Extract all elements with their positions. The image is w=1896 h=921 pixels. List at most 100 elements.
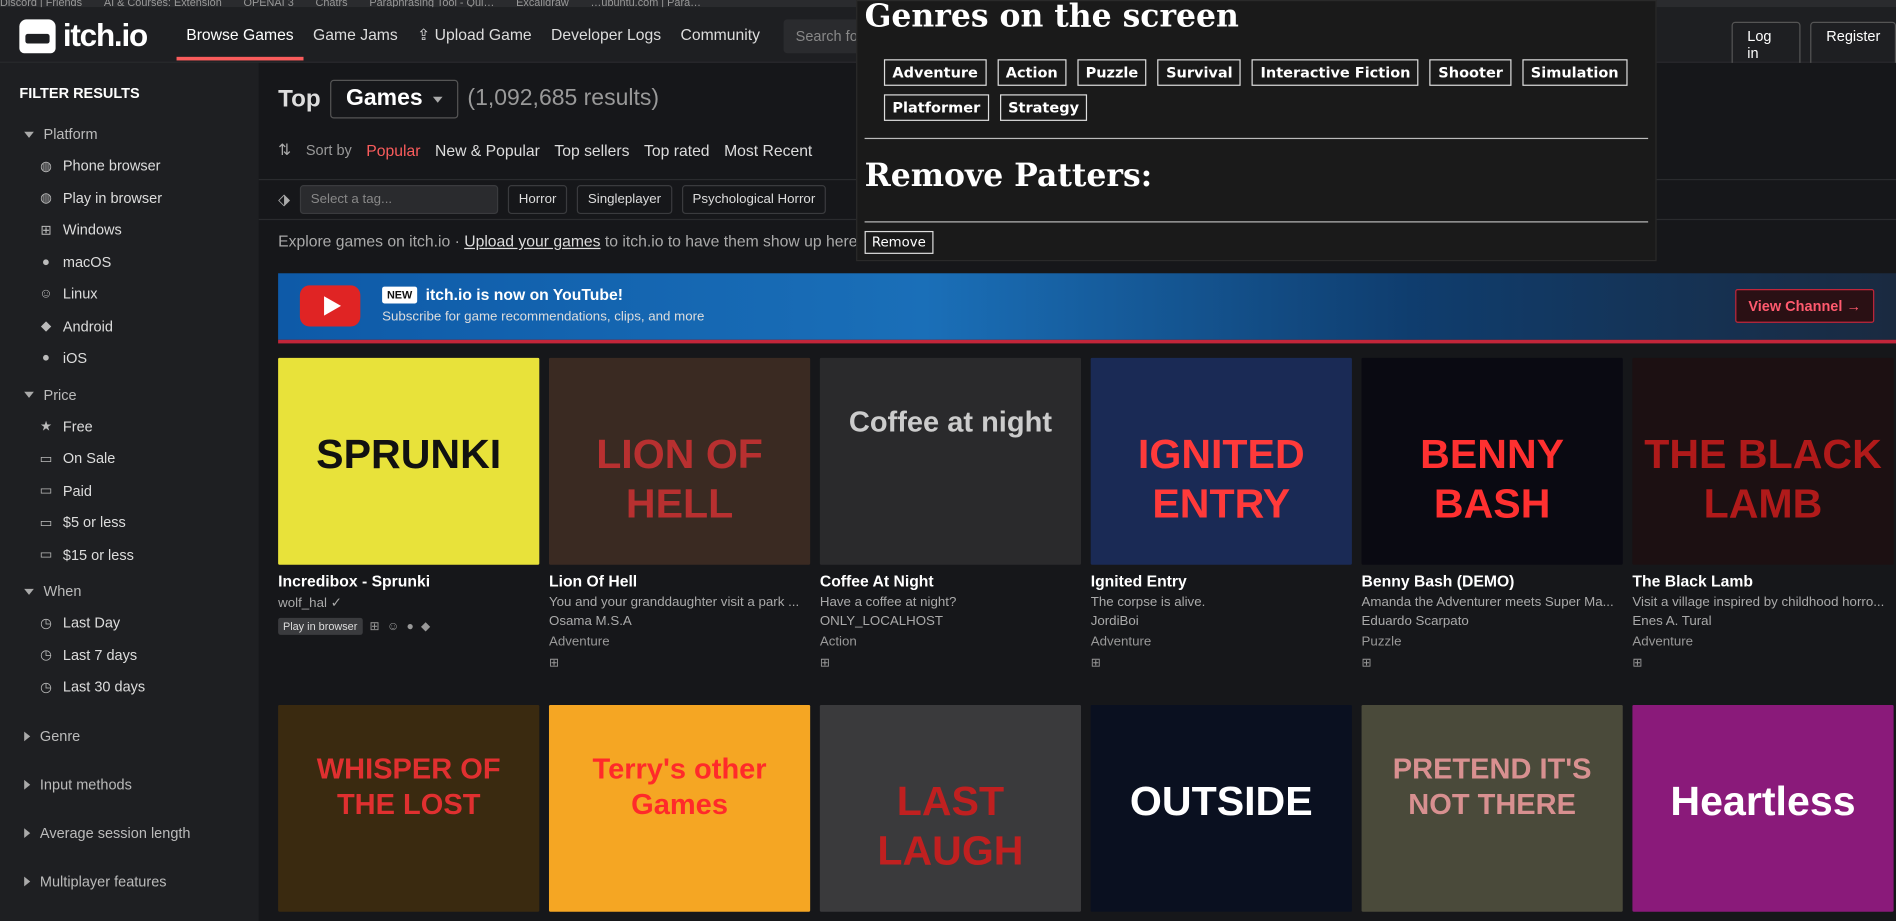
bookmark-item[interactable]: Excalidraw	[516, 0, 569, 7]
game-thumbnail[interactable]: IGNITED ENTRY	[1090, 357, 1352, 565]
sidebar-item-ios[interactable]: ● iOS	[0, 342, 259, 374]
sidebar-item-last-30-days[interactable]: ◷ Last 30 days	[0, 671, 259, 703]
games-type-select[interactable]: Games	[330, 79, 458, 119]
game-card[interactable]: LAST LAUGH	[819, 704, 1082, 912]
sidebar-section-price[interactable]: Price	[0, 379, 259, 410]
nav-game-jams[interactable]: Game Jams	[303, 7, 407, 63]
play-in-browser-badge: Play in browser	[278, 617, 363, 635]
sidebar-item-windows[interactable]: ⊞ Windows	[0, 214, 259, 246]
game-title[interactable]: Ignited Entry	[1091, 572, 1352, 590]
game-author[interactable]: Enes A. Tural	[1632, 614, 1893, 629]
bookmark-item[interactable]: AI & Courses: Extension	[104, 0, 222, 7]
game-thumbnail[interactable]: SPRUNKI	[278, 357, 540, 565]
tag-psychological-horror[interactable]: Psychological Horror	[681, 185, 827, 215]
game-card[interactable]: LION OF HELL Lion Of Hell You and your gra…	[548, 357, 811, 670]
game-card[interactable]: PRETEND IT'S NOT THERE	[1361, 704, 1623, 912]
game-thumbnail[interactable]: LION OF HELL	[548, 357, 811, 565]
sidebar-section-multiplayer-features[interactable]: Multiplayer features	[0, 865, 259, 896]
sidebar-section-genre[interactable]: Genre	[0, 720, 259, 751]
sort-most-recent[interactable]: Most Recent	[724, 141, 812, 159]
sidebar-item-linux[interactable]: ☺ Linux	[0, 278, 259, 310]
game-title[interactable]: Coffee At Night	[820, 572, 1081, 590]
sort-top-sellers[interactable]: Top sellers	[554, 141, 629, 159]
bookmark-item[interactable]: …ubuntu.com | Para…	[591, 0, 702, 7]
view-channel-button[interactable]: View Channel →	[1735, 288, 1875, 323]
sort-new-popular[interactable]: New & Popular	[435, 141, 540, 159]
game-card[interactable]: BENNY BASH Benny Bash (DEMO) Amanda the Ad…	[1361, 357, 1623, 670]
game-card[interactable]: Coffee at night Coffee At Night Have a cof…	[819, 357, 1082, 670]
game-thumbnail[interactable]: BENNY BASH	[1361, 357, 1623, 565]
game-thumbnail[interactable]: PRETEND IT'S NOT THERE	[1361, 704, 1623, 912]
game-thumbnail[interactable]: Heartless	[1632, 704, 1894, 912]
nav-community[interactable]: Community	[671, 7, 770, 63]
game-card[interactable]: Terry's other Games	[548, 704, 811, 912]
game-thumbnail[interactable]: LAST LAUGH	[819, 704, 1082, 912]
sidebar-item-paid[interactable]: ▭ Paid	[0, 475, 259, 507]
game-author[interactable]: Osama M.S.A	[549, 614, 810, 629]
remove-button[interactable]: Remove	[864, 230, 934, 254]
overlay-genre-list: Adventure Action Puzzle Survival Interactive…	[883, 59, 1634, 121]
sidebar-item-last-day[interactable]: ◷ Last Day	[0, 607, 259, 639]
tag-select[interactable]: Select a tag...	[299, 185, 499, 215]
tag-horror[interactable]: Horror	[507, 185, 568, 215]
sidebar-item-play-in-browser[interactable]: ◍ Play in browser	[0, 182, 259, 214]
game-author[interactable]: Eduardo Scarpato	[1362, 614, 1623, 629]
sidebar-item--5-or-less[interactable]: ▭ $5 or less	[0, 507, 259, 539]
register-button[interactable]: Register	[1810, 21, 1896, 68]
game-author[interactable]: ONLY_LOCALHOST	[820, 614, 1081, 629]
genre-chip-adventure[interactable]: Adventure	[883, 59, 987, 86]
game-card[interactable]: Heartless	[1632, 704, 1894, 912]
youtube-icon	[299, 285, 361, 327]
bookmark-item[interactable]: Discord | Friends	[0, 0, 82, 7]
overlay-heading: Genres on the screen	[864, 0, 1239, 36]
game-thumbnail[interactable]: Coffee at night	[819, 357, 1082, 565]
genre-chip-strategy[interactable]: Strategy	[999, 94, 1088, 121]
game-thumbnail[interactable]: WHISPER OF THE LOST	[278, 704, 540, 912]
login-button[interactable]: Log in	[1731, 21, 1801, 68]
game-author[interactable]: wolf_hal ✓	[278, 595, 539, 611]
upload-games-link[interactable]: Upload your games	[464, 232, 600, 250]
genre-chip-interactive-fiction[interactable]: Interactive Fiction	[1252, 59, 1419, 86]
sidebar-item-on-sale[interactable]: ▭ On Sale	[0, 443, 259, 475]
nav-developer-logs[interactable]: Developer Logs	[541, 7, 670, 63]
sidebar-item-android[interactable]: ◆ Android	[0, 310, 259, 342]
nav-upload-game[interactable]: ⇪ Upload Game	[407, 7, 541, 63]
genre-chip-simulation[interactable]: Simulation	[1522, 59, 1628, 86]
youtube-banner[interactable]: NEW itch.io is now on YouTube! Subscribe…	[278, 273, 1896, 344]
sidebar-item--15-or-less[interactable]: ▭ $15 or less	[0, 539, 259, 571]
genre-chip-platformer[interactable]: Platformer	[883, 94, 989, 121]
game-thumbnail[interactable]: OUTSIDE	[1090, 704, 1352, 912]
game-title[interactable]: The Black Lamb	[1632, 572, 1893, 590]
genre-chip-puzzle[interactable]: Puzzle	[1077, 59, 1147, 86]
sidebar-item-phone-browser[interactable]: ◍ Phone browser	[0, 150, 259, 182]
game-card[interactable]: WHISPER OF THE LOST	[278, 704, 540, 912]
game-title[interactable]: Lion Of Hell	[549, 572, 810, 590]
game-thumbnail[interactable]: Terry's other Games	[548, 704, 811, 912]
game-card[interactable]: THE BLACK LAMB The Black Lamb Visit a vill…	[1632, 357, 1894, 670]
game-card[interactable]: SPRUNKI Incredibox - Sprunki wolf_hal ✓ Pla…	[278, 357, 540, 635]
sidebar-item-free[interactable]: ★ Free	[0, 411, 259, 443]
genre-chip-action[interactable]: Action	[997, 59, 1067, 86]
game-title[interactable]: Benny Bash (DEMO)	[1362, 572, 1623, 590]
sort-top-rated[interactable]: Top rated	[644, 141, 710, 159]
sidebar-section-input-methods[interactable]: Input methods	[0, 768, 259, 799]
sort-popular[interactable]: Popular	[366, 141, 420, 159]
bookmark-item[interactable]: OPENAI 3	[244, 0, 294, 7]
game-author[interactable]: JordiBoi	[1091, 614, 1352, 629]
bookmark-item[interactable]: Chatrs	[316, 0, 348, 7]
game-card[interactable]: IGNITED ENTRY Ignited Entry The corpse is …	[1090, 357, 1352, 670]
sidebar-item-last-7-days[interactable]: ◷ Last 7 days	[0, 639, 259, 671]
bookmark-item[interactable]: Paraphrasing Tool - Qui…	[369, 0, 494, 7]
game-thumbnail[interactable]: THE BLACK LAMB	[1632, 357, 1894, 565]
itchio-logo[interactable]: itch.io	[19, 17, 148, 54]
tag-singleplayer[interactable]: Singleplayer	[576, 185, 672, 215]
sidebar-section-when[interactable]: When	[0, 576, 259, 607]
game-card[interactable]: OUTSIDE	[1090, 704, 1352, 912]
nav-browse-games[interactable]: Browse Games	[176, 7, 304, 63]
genre-chip-survival[interactable]: Survival	[1157, 59, 1242, 86]
genre-chip-shooter[interactable]: Shooter	[1429, 59, 1512, 86]
game-title[interactable]: Incredibox - Sprunki	[278, 572, 539, 590]
sidebar-section-average-session-length[interactable]: Average session length	[0, 817, 259, 848]
sidebar-section-platform[interactable]: Platform	[0, 119, 259, 150]
sidebar-item-macos[interactable]: ● macOS	[0, 246, 259, 278]
